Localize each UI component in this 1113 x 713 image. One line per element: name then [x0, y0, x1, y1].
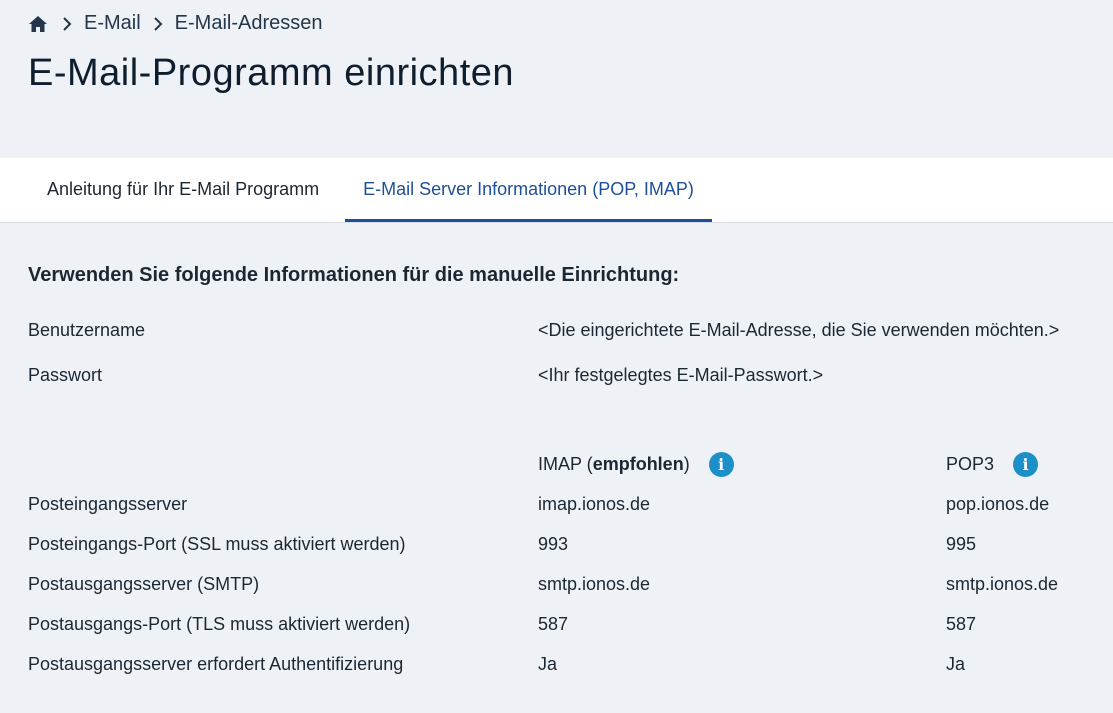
home-icon[interactable] [28, 14, 48, 34]
info-icon[interactable]: i [1013, 452, 1039, 477]
breadcrumb-item-email-addresses[interactable]: E-Mail-Adressen [175, 12, 323, 35]
server-row-imap-value: Ja [538, 654, 558, 674]
server-row-imap-value: smtp.ionos.de [538, 574, 651, 594]
server-row-label: Posteingangsserver [28, 494, 188, 514]
pop3-header-label: POP3 [946, 454, 995, 474]
page-title: E-Mail-Programm einrichten [28, 52, 515, 94]
credential-value-password: <Ihr festgelegtes E-Mail-Passwort.> [538, 365, 824, 385]
server-row-imap-value: imap.ionos.de [538, 494, 651, 514]
imap-header-prefix: IMAP ( [538, 454, 593, 474]
breadcrumb: E-Mail E-Mail-Adressen [28, 12, 335, 35]
chevron-right-icon [153, 16, 163, 31]
server-row-imap-value: 993 [538, 534, 569, 554]
section-heading: Verwenden Sie folgende Informationen für… [28, 264, 680, 286]
chevron-right-icon [62, 16, 72, 31]
tab-bar: Anleitung für Ihr E-Mail Programm E-Mail… [0, 158, 1113, 223]
imap-header-suffix: ) [683, 454, 690, 474]
credential-label-username: Benutzername [28, 320, 146, 340]
server-row-pop3-value: Ja [946, 654, 966, 674]
server-row-pop3-value: smtp.ionos.de [946, 574, 1059, 594]
column-header-pop3: POP3 i [946, 452, 1039, 477]
tab-email-program-guide[interactable]: Anleitung für Ihr E-Mail Programm [28, 158, 344, 222]
server-row-pop3-value: 587 [946, 614, 977, 634]
page: E-Mail E-Mail-Adressen E-Mail-Programm e… [0, 0, 1113, 713]
server-row-imap-value: 587 [538, 614, 569, 634]
breadcrumb-item-email[interactable]: E-Mail [84, 12, 141, 35]
server-row-label: Postausgangsserver erfordert Authentifiz… [28, 654, 404, 674]
column-header-imap: IMAP (empfohlen) i [538, 452, 734, 477]
server-row-label: Postausgangsserver (SMTP) [28, 574, 260, 594]
server-row-pop3-value: pop.ionos.de [946, 494, 1050, 514]
imap-header-recommended: empfohlen [592, 454, 684, 474]
server-row-pop3-value: 995 [946, 534, 977, 554]
server-row-label: Postausgangs-Port (TLS muss aktiviert we… [28, 614, 411, 634]
credential-label-password: Passwort [28, 365, 103, 385]
server-row-label: Posteingangs-Port (SSL muss aktiviert we… [28, 534, 406, 554]
info-icon[interactable]: i [708, 452, 734, 477]
tab-server-information[interactable]: E-Mail Server Informationen (POP, IMAP) [345, 158, 712, 222]
credential-value-username: <Die eingerichtete E-Mail-Adresse, die S… [538, 320, 1060, 340]
